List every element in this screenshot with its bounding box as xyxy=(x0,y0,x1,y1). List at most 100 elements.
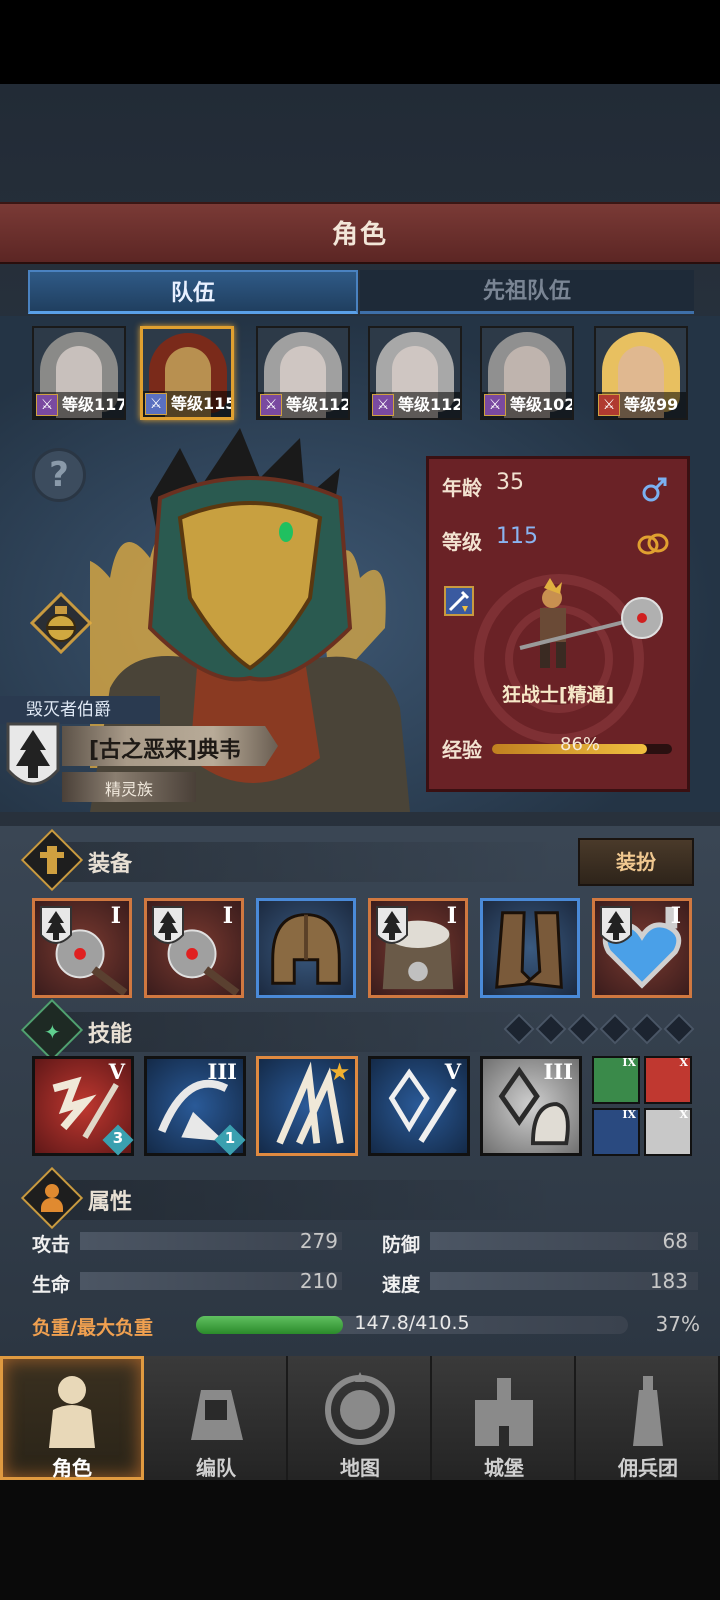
class-icon: ⚔ xyxy=(372,394,394,416)
formation-icon xyxy=(191,1390,243,1440)
leather-boots-icon xyxy=(495,911,563,989)
speed-value: 183 xyxy=(649,1269,688,1293)
hero-race: 精灵族 xyxy=(104,780,153,799)
item-tier: I xyxy=(670,903,681,929)
exp-percent: 86% xyxy=(560,734,601,755)
team-member-portrait[interactable]: ⚔ 等级115 xyxy=(140,326,234,420)
load-value: 147.8/410.5 xyxy=(354,1312,470,1334)
nav-label: 佣兵团 xyxy=(618,1456,678,1480)
skill-slot[interactable]: III xyxy=(480,1056,582,1156)
team-member-portrait[interactable]: ⚔ 等级102 xyxy=(480,326,574,420)
level-value: 115 xyxy=(496,524,538,549)
skill-slot[interactable]: III 1 xyxy=(144,1056,246,1156)
passive-tier: X xyxy=(679,1056,688,1069)
team-member-portrait[interactable]: ⚔ 等级112 xyxy=(256,326,350,420)
passive-tier: IX xyxy=(622,1108,636,1121)
holy-shield-icon[interactable]: X xyxy=(644,1108,692,1156)
item-tier: I xyxy=(110,903,121,929)
class-name: 狂战士[精通] xyxy=(501,684,615,706)
castle-icon xyxy=(475,1378,533,1446)
person-icon-head xyxy=(45,1184,59,1198)
passive-tier: X xyxy=(679,1108,688,1121)
portrait-level: 等级102 xyxy=(510,395,574,414)
portrait-level: 等级115 xyxy=(171,394,234,413)
class-icon: ⚔ xyxy=(598,394,620,416)
bottom-bezel xyxy=(0,1480,720,1600)
person-icon-body xyxy=(41,1198,63,1212)
skill-slot[interactable]: V xyxy=(368,1056,470,1156)
portrait-level: 等级117 xyxy=(62,395,126,414)
nav-label: 角色 xyxy=(52,1456,92,1480)
compass-map-icon xyxy=(325,1372,395,1445)
equipment-header-band xyxy=(60,842,560,882)
team-member-portrait[interactable]: ⚔ 等级99 xyxy=(594,326,688,420)
potion-icon[interactable] xyxy=(30,592,92,654)
mercenary-icon xyxy=(633,1376,663,1446)
portrait-level: 等级112 xyxy=(286,395,350,414)
equipment-slot[interactable]: I xyxy=(32,898,132,998)
male-icon xyxy=(642,477,667,502)
exp-label: 经验 xyxy=(442,738,482,762)
equipment-slot[interactable] xyxy=(256,898,356,998)
helmet-icon xyxy=(271,913,341,985)
skill-tier: ★ xyxy=(330,1059,349,1084)
equipment-title: 装备 xyxy=(88,852,133,877)
item-tier: I xyxy=(446,903,457,929)
class-icon: ⚔ xyxy=(484,394,506,416)
status-bar-area xyxy=(0,0,720,84)
portrait-level: 等级99 xyxy=(624,395,679,414)
tree-crest-icon xyxy=(6,722,60,786)
tree-crest-icon xyxy=(600,906,632,944)
class-icon: ⚔ xyxy=(36,394,58,416)
beast-roar-icon[interactable]: IX xyxy=(592,1056,640,1104)
item-tier: I xyxy=(222,903,233,929)
age-label: 年龄 xyxy=(442,476,482,500)
equipment-slot[interactable]: I xyxy=(368,898,468,998)
defense-label: 防御 xyxy=(382,1234,421,1256)
nav-label: 编队 xyxy=(196,1456,236,1480)
skill-slot[interactable]: ★ xyxy=(256,1056,358,1156)
load-percent: 37% xyxy=(655,1312,700,1336)
load-label: 负重/最大负重 xyxy=(32,1317,153,1339)
impact-blast-icon[interactable]: IX xyxy=(592,1108,640,1156)
tab-ancestor-team[interactable]: 先祖队伍 xyxy=(360,270,694,314)
team-member-portrait[interactable]: ⚔ 等级117 xyxy=(32,326,126,420)
help-button[interactable]: ? xyxy=(32,448,86,502)
dress-up-button[interactable]: 装扮 xyxy=(578,838,694,886)
nav-label: 地图 xyxy=(340,1456,380,1480)
attributes-header-band xyxy=(60,1180,560,1220)
tree-crest-icon xyxy=(152,906,184,944)
equipment-slot[interactable]: I xyxy=(144,898,244,998)
speed-label: 速度 xyxy=(382,1274,421,1296)
tab-team[interactable]: 队伍 xyxy=(28,270,358,314)
portrait-level: 等级112 xyxy=(398,395,462,414)
sword-bleed-icon[interactable]: X xyxy=(644,1056,692,1104)
team-member-portrait[interactable]: ⚔ 等级112 xyxy=(368,326,462,420)
skill-charge-count: 1 xyxy=(224,1129,236,1147)
tree-crest-icon xyxy=(40,906,72,944)
attack-value: 279 xyxy=(299,1229,338,1253)
equipment-slot[interactable]: I xyxy=(592,898,692,998)
hero-name[interactable]: [古之恶来]典韦 xyxy=(62,732,268,764)
cross-icon-horizontal xyxy=(40,852,64,858)
attack-label: 攻击 xyxy=(32,1234,71,1256)
defense-value: 68 xyxy=(662,1229,688,1253)
attributes-title: 属性 xyxy=(88,1190,133,1215)
tree-crest-icon xyxy=(376,906,408,944)
cross-icon-vertical xyxy=(47,846,57,874)
class-sword-icon xyxy=(444,586,474,616)
skill-slot[interactable]: V3 xyxy=(32,1056,134,1156)
equipment-slot[interactable] xyxy=(480,898,580,998)
skill-tier: III xyxy=(543,1059,573,1084)
skills-header-band xyxy=(60,1012,560,1052)
berserker-figure xyxy=(519,578,663,668)
class-icon: ⚔ xyxy=(260,394,282,416)
skill-tier: V xyxy=(444,1059,461,1084)
skill-tier: III xyxy=(207,1059,237,1084)
skills-title: 技能 xyxy=(88,1022,133,1047)
skill-charge-count: 3 xyxy=(112,1129,124,1147)
hp-label: 生命 xyxy=(32,1274,71,1296)
passive-tier: IX xyxy=(622,1056,636,1069)
ring-icon[interactable] xyxy=(636,530,670,558)
hp-value: 210 xyxy=(299,1269,338,1293)
